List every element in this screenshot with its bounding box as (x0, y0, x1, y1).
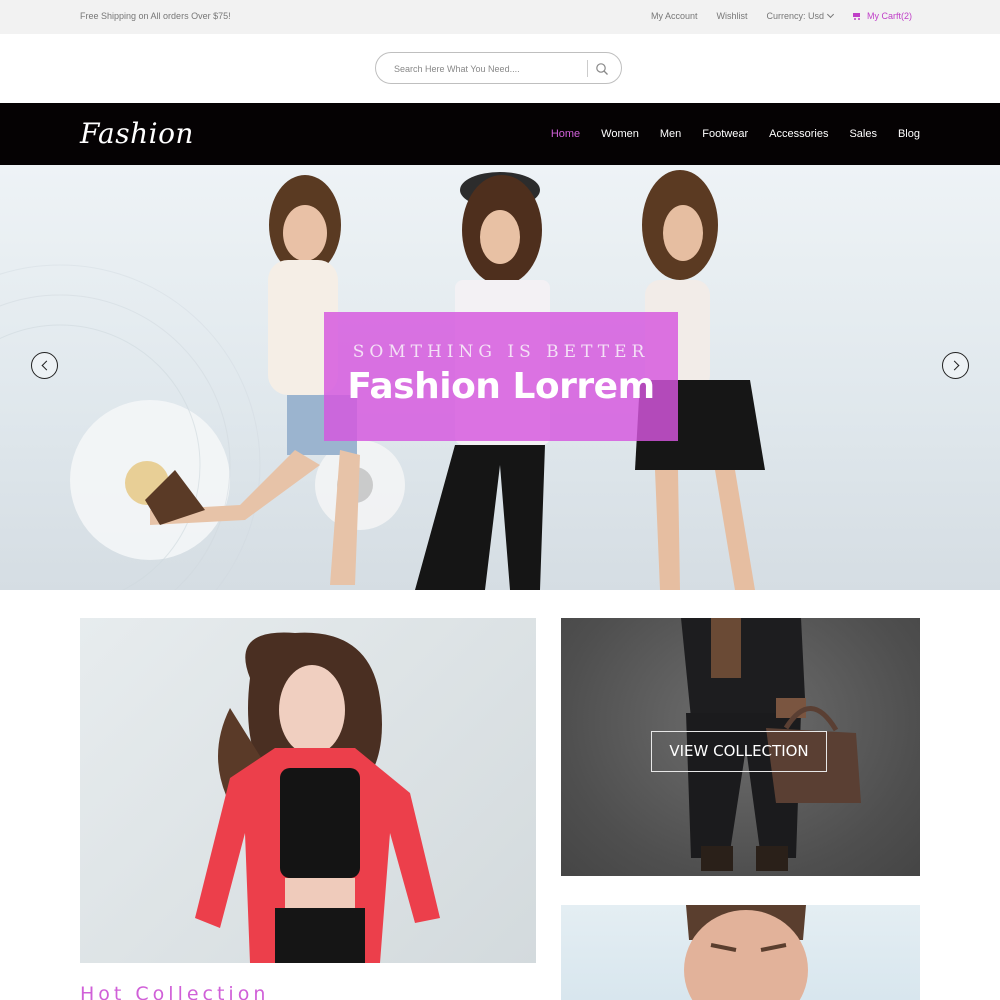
nav-item-sales[interactable]: Sales (849, 128, 877, 140)
chevron-left-icon (41, 360, 52, 371)
search-input[interactable] (394, 61, 584, 77)
search-row (0, 34, 1000, 103)
nav-item-men[interactable]: Men (660, 128, 681, 140)
men-portrait-tile[interactable] (561, 905, 920, 1000)
main-navigation: Fashion Home Women Men Footwear Accessor… (0, 103, 1000, 165)
nav-item-accessories[interactable]: Accessories (769, 128, 828, 140)
cart-icon (852, 12, 861, 20)
search-box (375, 52, 622, 84)
currency-selector[interactable]: Currency: Usd (766, 10, 835, 21)
hero-slider: SOMTHING IS BETTER Fashion Lorrem (0, 165, 1000, 590)
currency-label: Currency: Usd (766, 11, 824, 21)
hero-caption: SOMTHING IS BETTER Fashion Lorrem (324, 312, 678, 441)
nav-item-women[interactable]: Women (601, 128, 639, 140)
site-logo[interactable]: Fashion (80, 117, 194, 150)
nav-menu: Home Women Men Footwear Accessories Sale… (551, 128, 920, 140)
men-collection-tile[interactable]: VIEW COLLECTION (561, 618, 920, 876)
nav-item-home[interactable]: Home (551, 128, 580, 140)
chevron-down-icon (826, 10, 835, 19)
hero-title: Fashion Lorrem (347, 366, 655, 407)
search-divider (587, 60, 588, 77)
top-bar: Free Shipping on All orders Over $75! My… (0, 0, 1000, 34)
hot-collection-image[interactable] (80, 618, 536, 963)
slider-next-button[interactable] (942, 352, 969, 379)
slider-prev-button[interactable] (31, 352, 58, 379)
hot-collection-title: Hot Collection (80, 983, 270, 1000)
wishlist-link[interactable]: Wishlist (716, 11, 747, 21)
nav-item-footwear[interactable]: Footwear (702, 128, 748, 140)
search-icon[interactable] (595, 62, 609, 76)
view-collection-button[interactable]: VIEW COLLECTION (651, 731, 827, 772)
chevron-right-icon (949, 360, 960, 371)
free-shipping-notice: Free Shipping on All orders Over $75! (80, 11, 231, 21)
top-bar-links: My Account Wishlist Currency: Usd My Car… (651, 10, 912, 21)
cart-label: My Carft(2) (867, 11, 912, 21)
man-portrait-image (684, 905, 808, 1000)
hero-subtitle: SOMTHING IS BETTER (352, 342, 650, 362)
my-account-link[interactable]: My Account (651, 11, 698, 21)
woman-in-red-jacket-image (195, 632, 440, 963)
nav-item-blog[interactable]: Blog (898, 128, 920, 140)
cart-link[interactable]: My Carft(2) (852, 11, 912, 21)
